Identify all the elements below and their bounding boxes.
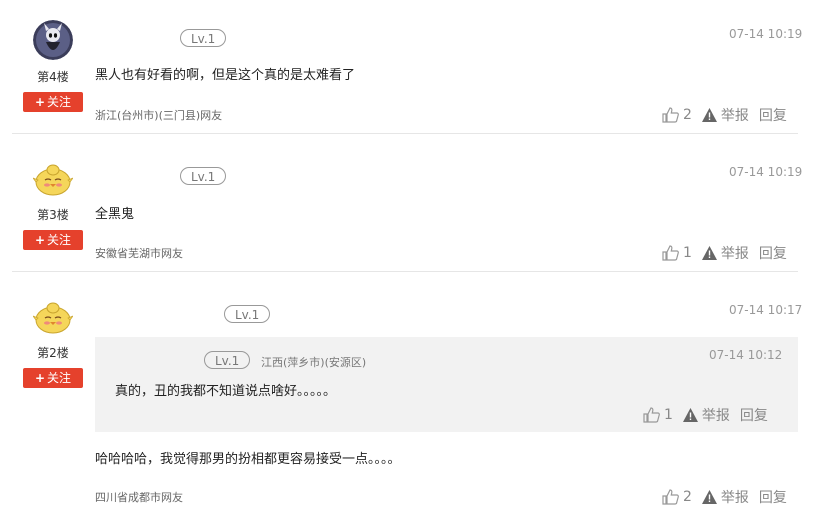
yellow-chick-avatar-icon — [33, 302, 73, 334]
quote-report-label: 举报 — [701, 408, 730, 424]
floor-label: 第4楼 — [37, 70, 69, 84]
comment-actions: 2 举报 回复 — [662, 487, 787, 507]
comment-text: 哈哈哈哈，我觉得那男的扮相都更容易接受一点。。。。 — [95, 452, 401, 467]
like-count: 2 — [683, 489, 692, 505]
follow-label: 关注 — [47, 371, 72, 385]
thumbs-up-icon — [662, 245, 679, 261]
report-label: 举报 — [720, 108, 749, 124]
reply-button[interactable]: 回复 — [759, 105, 787, 125]
quote-text: 真的，丑的我都不知道说点啥好。。。。。 — [115, 384, 337, 399]
comment-time: 07-14 10:19 — [729, 165, 803, 179]
reply-label: 回复 — [758, 246, 787, 262]
quote-reply-button[interactable]: 回复 — [740, 405, 768, 425]
level-badge: Lv.1 — [180, 29, 227, 47]
user-location: 浙江(台州市)(三门县)网友 — [95, 109, 223, 122]
comment-time: 07-14 10:17 — [729, 303, 803, 317]
quote-reply-label: 回复 — [739, 408, 768, 424]
reply-button[interactable]: 回复 — [759, 243, 787, 263]
warning-icon — [701, 490, 717, 504]
comment-text: 黑人也有好看的啊，但是这个真的是太难看了 — [95, 68, 356, 83]
divider — [12, 133, 798, 134]
follow-button[interactable]: + 关注 — [23, 92, 83, 112]
avatar[interactable] — [33, 296, 73, 336]
quote-actions: 1 举报 回复 — [643, 405, 768, 425]
report-label: 举报 — [720, 246, 749, 262]
report-label: 举报 — [720, 490, 749, 506]
follow-label: 关注 — [47, 233, 72, 247]
report-button[interactable]: 举报 — [701, 243, 749, 263]
like-button[interactable]: 2 — [662, 107, 692, 123]
user-location: 安徽省芜湖市网友 — [95, 247, 183, 260]
floor-label: 第2楼 — [37, 346, 69, 360]
thumbs-up-icon — [643, 407, 660, 423]
like-button[interactable]: 1 — [662, 245, 692, 261]
dark-knight-avatar-icon — [33, 20, 73, 60]
quote-like-count: 1 — [664, 407, 673, 423]
like-count: 2 — [683, 107, 692, 123]
user-location: 四川省成都市网友 — [95, 491, 183, 504]
plus-icon: + — [34, 371, 46, 385]
divider — [12, 271, 798, 272]
comment-text: 全黑鬼 — [95, 207, 135, 222]
thumbs-up-icon — [662, 489, 679, 505]
reply-button[interactable]: 回复 — [759, 487, 787, 507]
like-button[interactable]: 2 — [662, 489, 692, 505]
warning-icon — [682, 408, 698, 422]
level-badge: Lv.1 — [224, 305, 271, 323]
plus-icon: + — [34, 95, 46, 109]
avatar[interactable] — [33, 20, 73, 60]
report-button[interactable]: 举报 — [701, 105, 749, 125]
quote-level-badge: Lv.1 — [204, 351, 251, 369]
report-button[interactable]: 举报 — [701, 487, 749, 507]
quoted-comment: Lv.1 江西(萍乡市)(安源区) 07-14 10:12 真的，丑的我都不知道… — [95, 337, 798, 432]
quote-user-location: 江西(萍乡市)(安源区) — [261, 356, 367, 369]
like-count: 1 — [683, 245, 692, 261]
avatar[interactable] — [33, 158, 73, 198]
reply-label: 回复 — [758, 490, 787, 506]
warning-icon — [701, 246, 717, 260]
thumbs-up-icon — [662, 107, 679, 123]
comment-time: 07-14 10:19 — [729, 27, 803, 41]
quote-like-button[interactable]: 1 — [643, 407, 673, 423]
warning-icon — [701, 108, 717, 122]
reply-label: 回复 — [758, 108, 787, 124]
level-badge: Lv.1 — [180, 167, 227, 185]
plus-icon: + — [34, 233, 46, 247]
follow-button[interactable]: + 关注 — [23, 368, 83, 388]
comment-actions: 1 举报 回复 — [662, 243, 787, 263]
follow-label: 关注 — [47, 95, 72, 109]
yellow-chick-avatar-icon — [33, 164, 73, 196]
quote-time: 07-14 10:12 — [709, 348, 783, 362]
comment-actions: 2 举报 回复 — [662, 105, 787, 125]
floor-label: 第3楼 — [37, 208, 69, 222]
quote-report-button[interactable]: 举报 — [682, 405, 730, 425]
follow-button[interactable]: + 关注 — [23, 230, 83, 250]
